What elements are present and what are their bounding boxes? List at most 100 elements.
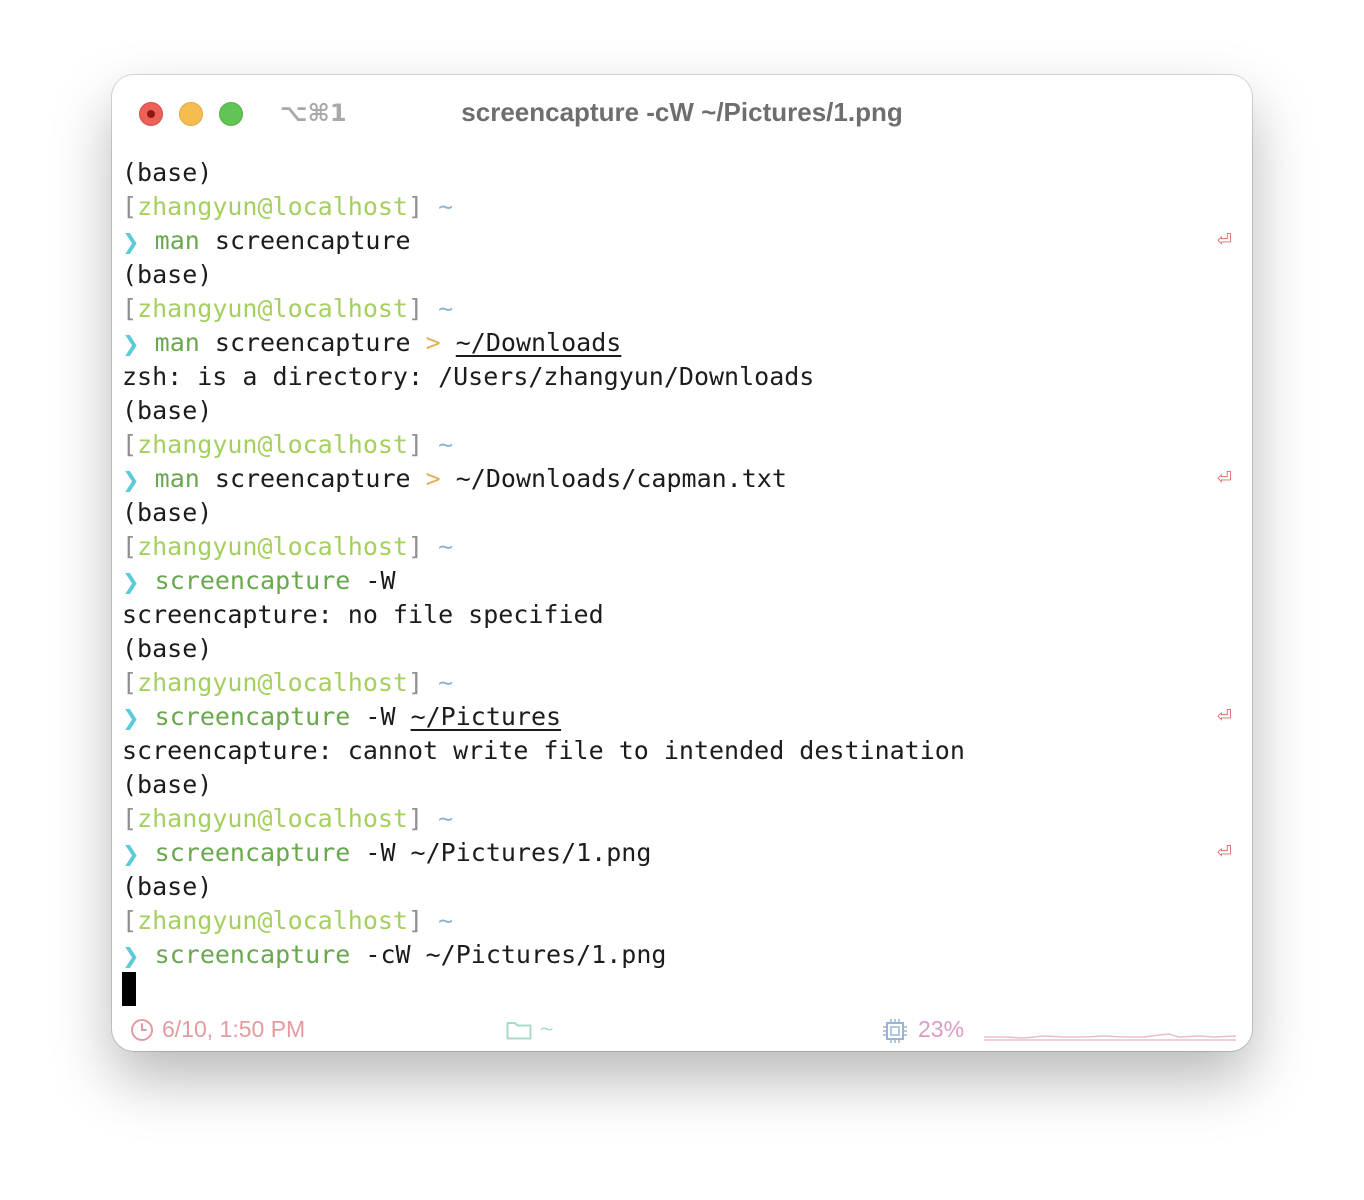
command-args: screencapture xyxy=(214,464,411,493)
punctuation: ] xyxy=(408,192,439,221)
prompt-header: [zhangyun@localhost] ~ xyxy=(122,802,1242,836)
command-program: screencapture xyxy=(154,566,351,595)
status-cpu-percent: 23% xyxy=(918,1016,965,1042)
title-bar[interactable]: ⌥⌘1 screencapture -cW ~/Pictures/1.png xyxy=(112,75,1252,153)
command-line: ❯ screencapture -cW ~/Pictures/1.png xyxy=(122,938,1242,972)
output-line: screencapture: no file specified xyxy=(122,600,604,629)
prompt-directory: ~ xyxy=(438,192,454,221)
prompt-user: zhangyun@localhost xyxy=(137,668,408,697)
punctuation: ] xyxy=(408,906,439,935)
prompt-chevron-icon: ❯ xyxy=(122,468,140,492)
clock-icon xyxy=(130,1018,154,1048)
punctuation xyxy=(441,328,456,357)
command-args: -W ~/Pictures/1.png xyxy=(365,838,652,867)
punctuation xyxy=(140,702,155,731)
punctuation xyxy=(350,940,365,969)
command-program: screencapture xyxy=(154,940,351,969)
prompt-user: zhangyun@localhost xyxy=(137,906,408,935)
output-line: (base) xyxy=(122,396,213,425)
command-line: ❯ screencapture -W ~/Pictures/1.png ⏎ xyxy=(122,836,1242,870)
status-bar: 6/10, 1:50 PM ~ 23% xyxy=(112,1013,1252,1051)
punctuation: [ xyxy=(122,192,138,221)
punctuation: [ xyxy=(122,294,138,323)
prompt-header: [zhangyun@localhost] ~ xyxy=(122,190,1242,224)
prompt-header: [zhangyun@localhost] ~ xyxy=(122,904,1242,938)
punctuation xyxy=(140,940,155,969)
command-redirect: > xyxy=(425,328,441,357)
output-line: (base) xyxy=(122,260,213,289)
prompt-user: zhangyun@localhost xyxy=(137,532,408,561)
punctuation xyxy=(350,566,365,595)
command-program: man xyxy=(154,464,200,493)
output-line: (base) xyxy=(122,634,213,663)
punctuation xyxy=(140,226,155,255)
punctuation: [ xyxy=(122,430,138,459)
punctuation: [ xyxy=(122,804,138,833)
input-line xyxy=(122,972,1242,1006)
output-line: (base) xyxy=(122,872,213,901)
prompt-chevron-icon: ❯ xyxy=(122,944,140,968)
prompt-directory: ~ xyxy=(438,668,454,697)
command-redirect: > xyxy=(425,464,441,493)
output-line: zsh: is a directory: /Users/zhangyun/Dow… xyxy=(122,362,815,391)
punctuation: ] xyxy=(408,804,439,833)
prompt-directory: ~ xyxy=(438,430,454,459)
punctuation: ] xyxy=(408,532,439,561)
terminal-window: ⌥⌘1 screencapture -cW ~/Pictures/1.png (… xyxy=(112,75,1252,1051)
prompt-header: [zhangyun@localhost] ~ xyxy=(122,530,1242,564)
cpu-icon xyxy=(882,1018,908,1050)
prompt-chevron-icon: ❯ xyxy=(122,230,140,254)
command-target-path[interactable]: ~/Downloads xyxy=(456,328,622,357)
prompt-user: zhangyun@localhost xyxy=(137,294,408,323)
prompt-chevron-icon: ❯ xyxy=(122,570,140,594)
prompt-user: zhangyun@localhost xyxy=(137,804,408,833)
prompt-chevron-icon: ❯ xyxy=(122,842,140,866)
command-line: ❯ screencapture -W xyxy=(122,564,1242,598)
command-line: ❯ man screencapture ⏎ xyxy=(122,224,1242,258)
command-line: ❯ screencapture -W ~/Pictures ⏎ xyxy=(122,700,1242,734)
command-target-path[interactable]: ~/Downloads/capman.txt xyxy=(456,464,787,493)
command-program: man xyxy=(154,226,200,255)
punctuation: [ xyxy=(122,668,138,697)
punctuation xyxy=(140,464,155,493)
punctuation: [ xyxy=(122,532,138,561)
output-line: (base) xyxy=(122,770,213,799)
prompt-directory: ~ xyxy=(438,804,454,833)
prompt-user: zhangyun@localhost xyxy=(137,192,408,221)
punctuation xyxy=(200,226,215,255)
prompt-chevron-icon: ❯ xyxy=(122,706,140,730)
punctuation: ] xyxy=(408,294,439,323)
punctuation: ] xyxy=(408,430,439,459)
command-line: ❯ man screencapture > ~/Downloads xyxy=(122,326,1242,360)
command-program: man xyxy=(154,328,200,357)
command-program: screencapture xyxy=(154,838,351,867)
command-args: -cW ~/Pictures/1.png xyxy=(365,940,667,969)
prompt-header: [zhangyun@localhost] ~ xyxy=(122,666,1242,700)
window-title: screencapture -cW ~/Pictures/1.png xyxy=(461,97,903,127)
punctuation xyxy=(350,838,365,867)
output-line: screencapture: cannot write file to inte… xyxy=(122,736,965,765)
status-time: 6/10, 1:50 PM xyxy=(162,1016,306,1042)
prompt-chevron-icon: ❯ xyxy=(122,332,140,356)
terminal-cursor[interactable] xyxy=(122,972,136,1006)
command-args: screencapture xyxy=(214,226,411,255)
terminal-output[interactable]: (base) [zhangyun@localhost] ~ ❯ man screen… xyxy=(122,156,1242,1006)
prompt-directory: ~ xyxy=(438,906,454,935)
punctuation xyxy=(200,328,215,357)
punctuation xyxy=(140,838,155,867)
punctuation xyxy=(396,702,411,731)
cpu-sparkline xyxy=(984,1023,1237,1050)
command-target-path[interactable]: ~/Pictures xyxy=(411,702,562,731)
prompt-header: [zhangyun@localhost] ~ xyxy=(122,292,1242,326)
prompt-directory: ~ xyxy=(438,294,454,323)
folder-icon xyxy=(506,1019,532,1046)
command-args: -W xyxy=(365,702,396,731)
return-icon: ⏎ xyxy=(1216,230,1232,251)
punctuation xyxy=(411,464,426,493)
punctuation xyxy=(411,328,426,357)
punctuation xyxy=(140,566,155,595)
punctuation xyxy=(441,464,456,493)
punctuation: ] xyxy=(408,668,439,697)
command-args: screencapture xyxy=(214,328,411,357)
status-directory: ~ xyxy=(540,1016,554,1042)
